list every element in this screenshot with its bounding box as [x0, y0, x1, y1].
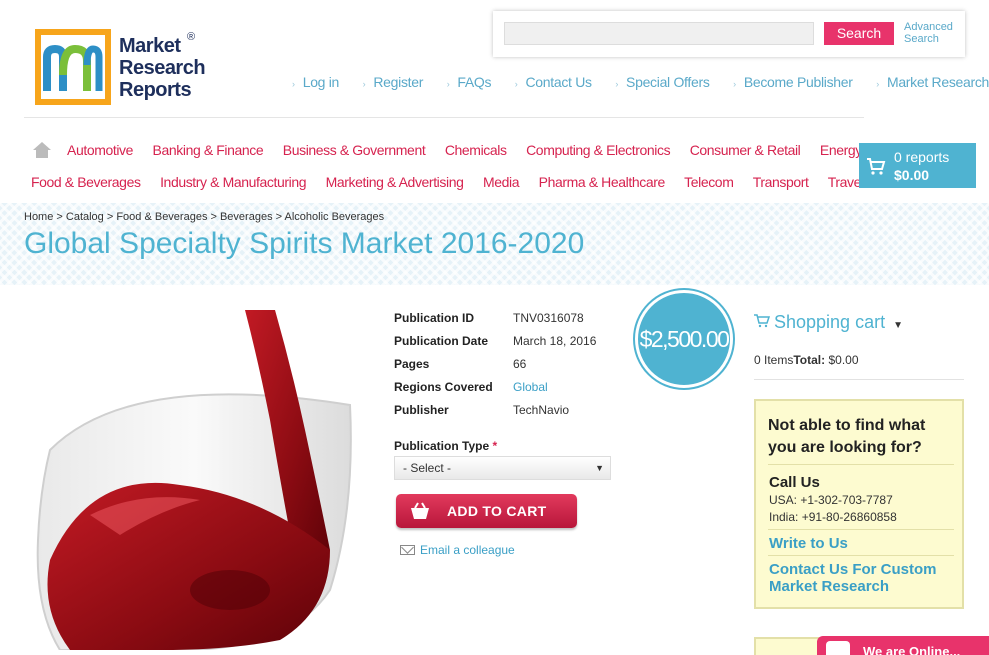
registered-mark: ® — [187, 31, 196, 43]
chevron-down-icon: ▼ — [893, 320, 903, 331]
category-chemicals[interactable]: Chemicals — [445, 142, 507, 158]
register-link[interactable]: Register — [373, 74, 423, 90]
search-button[interactable]: Search — [824, 22, 894, 45]
logo-text: Market Research Reports — [119, 35, 206, 101]
phone-india: India: +91-80-26860858 — [769, 510, 897, 524]
category-marketing-advertising[interactable]: Marketing & Advertising — [326, 174, 464, 190]
detail-label: Pages — [394, 357, 430, 371]
detail-value: TNV0316078 — [513, 311, 584, 325]
help-question: Not able to find what you are looking fo… — [768, 417, 926, 456]
category-automotive[interactable]: Automotive — [67, 142, 133, 158]
category-business-government[interactable]: Business & Government — [283, 142, 426, 158]
help-box: Not able to find what you are looking fo… — [754, 399, 964, 609]
price-badge: $2,500.00 — [635, 290, 733, 388]
category-transport[interactable]: Transport — [753, 174, 809, 190]
page-title: Global Specialty Spirits Market 2016-202… — [24, 227, 585, 260]
category-pharma-healthcare[interactable]: Pharma & Healthcare — [539, 174, 666, 190]
live-chat-button[interactable]: We are Online... — [817, 636, 989, 655]
phone-usa: USA: +1-302-703-7787 — [769, 493, 893, 507]
arrow-icon: › — [615, 79, 619, 89]
arrow-icon: › — [292, 79, 295, 89]
category-nav-row1: Automotive Banking & Finance Business & … — [67, 142, 920, 158]
become-publisher-link[interactable]: Become Publisher — [744, 74, 853, 90]
envelope-icon — [400, 545, 415, 555]
publication-type-label: Publication Type * — [394, 439, 498, 453]
faqs-link[interactable]: FAQs — [457, 74, 491, 90]
detail-value: TechNavio — [513, 403, 570, 417]
shopping-cart-heading[interactable]: Shopping cart ▼ — [754, 312, 903, 333]
arrow-icon: › — [362, 79, 366, 89]
divider — [24, 117, 864, 118]
add-to-cart-button[interactable]: ADD TO CART — [396, 494, 577, 528]
site-logo[interactable]: Market Research Reports ® — [35, 29, 206, 109]
category-nav-row2: Food & Beverages Industry & Manufacturin… — [31, 174, 923, 190]
category-telecom[interactable]: Telecom — [684, 174, 734, 190]
category-consumer-retail[interactable]: Consumer & Retail — [690, 142, 801, 158]
caret-down-icon: ▼ — [595, 463, 604, 473]
detail-value: 66 — [513, 357, 527, 371]
logo-mark — [35, 29, 111, 105]
category-industry-manufacturing[interactable]: Industry & Manufacturing — [160, 174, 306, 190]
cart-amount: $0.00 — [894, 167, 930, 183]
search-panel: Search Advanced Search — [493, 11, 965, 57]
custom-research-link[interactable]: Contact Us For Custom Market Research — [769, 561, 959, 595]
login-link[interactable]: Log in — [303, 74, 340, 90]
cart-reports-count: 0 reports — [894, 149, 950, 165]
detail-label: Publication ID — [394, 311, 475, 325]
detail-label: Regions Covered — [394, 380, 493, 394]
home-icon[interactable] — [33, 142, 51, 158]
publication-type-select[interactable]: - Select - ▼ — [394, 456, 611, 480]
detail-label: Publisher — [394, 403, 449, 417]
product-image — [30, 310, 375, 650]
call-us-heading: Call Us — [769, 474, 820, 491]
contact-us-link[interactable]: Contact Us — [526, 74, 593, 90]
detail-value: March 18, 2016 — [513, 334, 597, 348]
category-media[interactable]: Media — [483, 174, 520, 190]
arrow-icon: › — [733, 79, 736, 89]
chat-bubble-icon — [826, 641, 850, 655]
title-banner: Home > Catalog > Food & Beverages > Beve… — [0, 203, 989, 285]
category-banking-finance[interactable]: Banking & Finance — [153, 142, 264, 158]
special-offers-link[interactable]: Special Offers — [626, 74, 710, 90]
write-to-us-link[interactable]: Write to Us — [769, 535, 848, 552]
search-input[interactable] — [504, 22, 814, 45]
top-nav: › Log in › Register › FAQs › Contact Us › Spe… — [292, 74, 989, 90]
arrow-icon: › — [876, 79, 879, 89]
email-colleague-link[interactable]: Email a colleague — [400, 543, 515, 557]
breadcrumb[interactable]: Home > Catalog > Food & Beverages > Beve… — [24, 211, 384, 223]
category-computing-electronics[interactable]: Computing & Electronics — [526, 142, 670, 158]
arrow-icon: › — [446, 79, 450, 89]
basket-icon — [411, 502, 429, 519]
cart-summary: 0 ItemsTotal: $0.00 — [754, 353, 859, 367]
blog-link[interactable]: Market Research Blog — [887, 74, 989, 90]
category-food-beverages[interactable]: Food & Beverages — [31, 174, 141, 190]
arrow-icon: › — [514, 79, 518, 89]
detail-label: Publication Date — [394, 334, 489, 348]
advanced-search-link[interactable]: Advanced Search — [904, 21, 953, 45]
cart-summary-button[interactable]: 0 reports $0.00 — [859, 143, 976, 188]
divider — [754, 379, 964, 380]
region-link[interactable]: Global — [513, 380, 548, 394]
cart-icon — [754, 312, 771, 333]
cart-icon — [867, 158, 886, 175]
